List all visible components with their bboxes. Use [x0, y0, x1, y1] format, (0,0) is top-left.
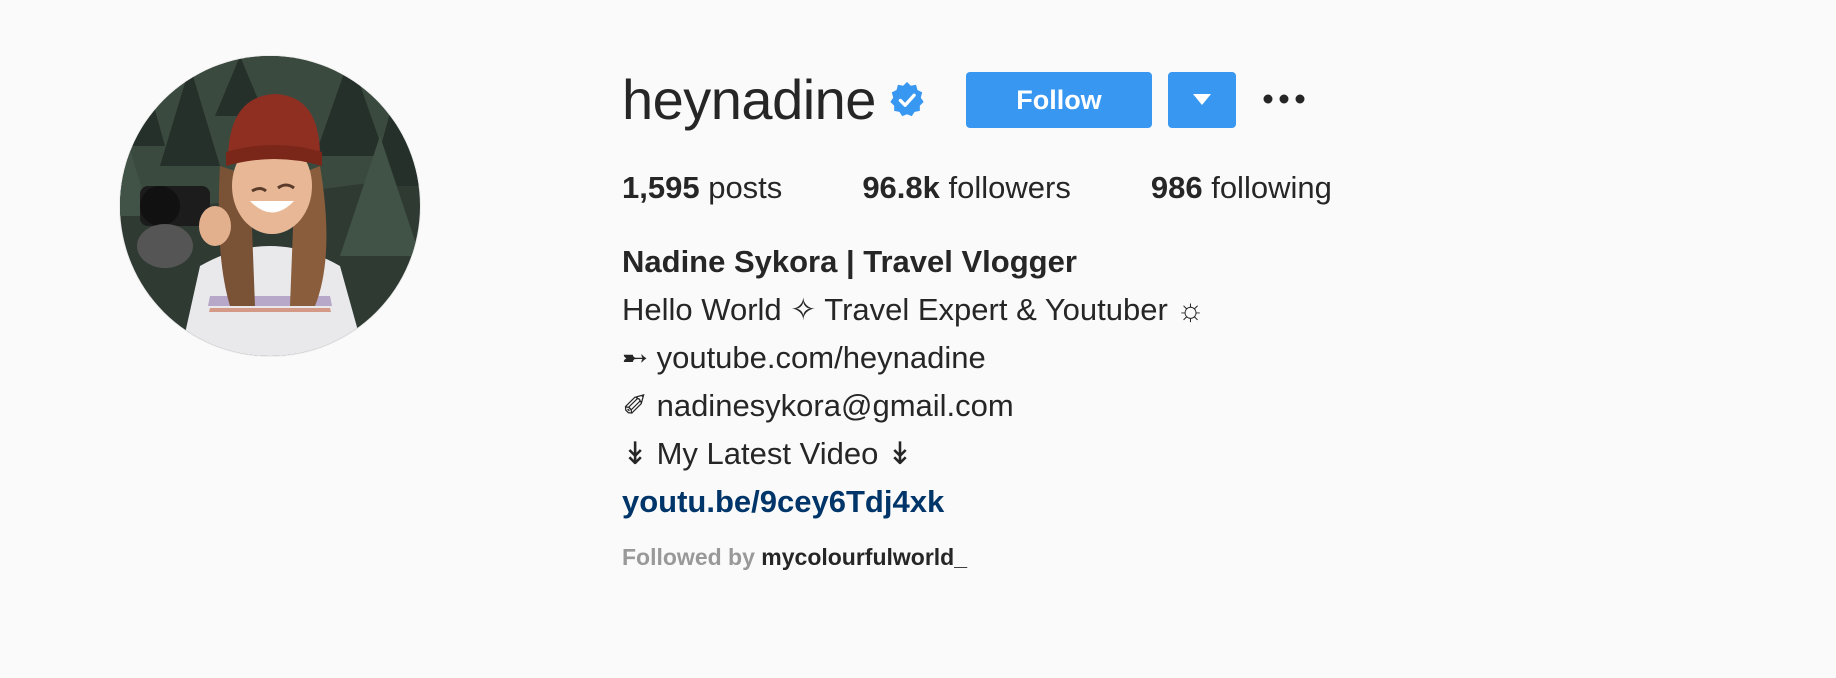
posts-label: posts	[708, 170, 783, 205]
posts-stat: 1,595 posts	[622, 170, 782, 206]
bio-line-3: ✐ nadinesykora@gmail.com	[622, 388, 1014, 423]
full-name: Nadine Sykora | Travel Vlogger	[622, 244, 1077, 279]
suggested-dropdown-button[interactable]	[1167, 72, 1236, 128]
avatar-photo	[120, 56, 420, 356]
followed-by-prefix: Followed by	[622, 544, 755, 570]
profile-avatar[interactable]	[120, 56, 420, 356]
followed-by-user[interactable]: mycolourfulworld_	[761, 544, 967, 570]
profile-info: heynadine Follow 1,595 posts 96.8k follo…	[622, 60, 1722, 571]
followers-label: followers	[948, 170, 1071, 205]
caret-down-icon	[1192, 93, 1211, 108]
bio-line-1: Hello World ✧ Travel Expert & Youtuber ☼	[622, 292, 1205, 327]
profile-page: heynadine Follow 1,595 posts 96.8k follo…	[0, 0, 1836, 678]
verified-badge-icon	[888, 81, 926, 119]
followed-by: Followed by mycolourfulworld_	[622, 544, 1722, 571]
bio-line-2: ➸ youtube.com/heynadine	[622, 340, 986, 375]
username: heynadine	[622, 68, 876, 131]
more-options-icon	[1262, 93, 1306, 108]
following-count: 986	[1150, 170, 1203, 205]
profile-stats: 1,595 posts 96.8k followers 986 followin…	[622, 164, 1722, 212]
following-label: following	[1211, 170, 1332, 205]
followers-count: 96.8k	[862, 170, 940, 205]
bio-line-4: ↡ My Latest Video ↡	[622, 436, 913, 471]
posts-count: 1,595	[622, 170, 700, 205]
followers-stat[interactable]: 96.8k followers	[862, 170, 1071, 206]
more-options-button[interactable]	[1258, 72, 1310, 128]
following-stat[interactable]: 986 following	[1151, 170, 1332, 206]
follow-button[interactable]: Follow	[965, 72, 1152, 128]
bio-external-link[interactable]: youtu.be/9cey6Tdj4xk	[622, 484, 944, 519]
profile-bio: Nadine Sykora | Travel Vlogger Hello Wor…	[622, 238, 1722, 526]
profile-header-row: heynadine Follow	[622, 60, 1722, 140]
